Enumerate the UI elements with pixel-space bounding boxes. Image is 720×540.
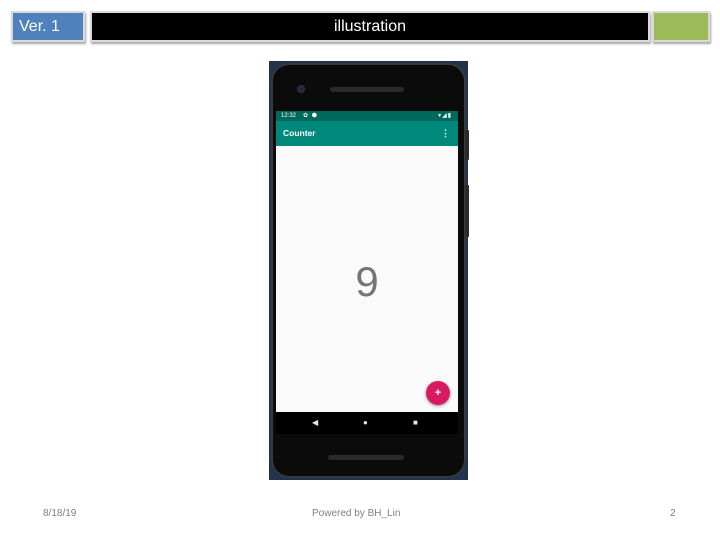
footer-credit: Powered by BH_Lin [312,508,401,519]
status-bar: 12:32 ✿ ⬢ ▾◢▮ [276,111,458,121]
earpiece-speaker [330,87,404,92]
counter-value: 9 [355,258,379,305]
version-label: Ver. 1 [11,11,85,42]
app-bar: Counter ⋮ [276,121,458,146]
status-time: 12:32 [281,113,297,119]
navigation-bar: ◀ ● ■ [276,412,458,434]
footer-date: 8/18/19 [43,508,77,519]
power-button [465,130,469,160]
slide-title: illustration [90,11,650,42]
back-nav-icon[interactable]: ◀ [312,412,318,434]
overflow-menu-icon[interactable]: ⋮ [441,121,450,146]
status-signal-battery-icons: ▾◢▮ [438,113,452,119]
increment-fab-button[interactable]: + [426,381,450,405]
front-camera-icon [298,86,304,92]
status-notification-icons: ✿ ⬢ [303,113,318,119]
volume-button [465,185,469,237]
phone-screen: 12:32 ✿ ⬢ ▾◢▮ Counter ⋮ 9 + [276,111,458,412]
page-number: 2 [670,508,676,519]
home-nav-icon[interactable]: ● [363,412,368,434]
app-title: Counter [283,128,316,138]
accent-box [652,11,710,42]
bottom-speaker [328,455,404,460]
recent-apps-nav-icon[interactable]: ■ [413,412,418,434]
